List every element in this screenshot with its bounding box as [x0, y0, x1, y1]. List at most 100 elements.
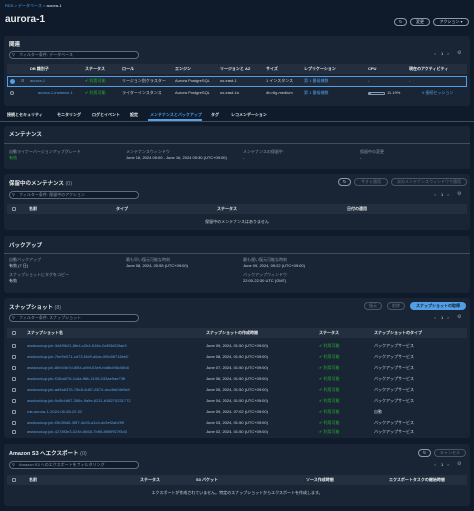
col-cpu[interactable]: CPU — [368, 66, 376, 71]
row-checkbox[interactable] — [12, 355, 16, 359]
col-export-start[interactable]: エクスポートタスクの開始時間 — [389, 477, 445, 482]
col-replication[interactable]: レプリケーション — [304, 66, 336, 71]
select-all-checkbox[interactable] — [12, 331, 16, 335]
s3-export-search-input[interactable]: ⚲ Amazon S3 へのエクスポートをフィルタリング — [9, 461, 139, 469]
col-status[interactable]: ステータス — [140, 477, 160, 482]
col-s3-bucket[interactable]: S3 バケット — [196, 477, 218, 482]
pager-current[interactable]: 1 — [441, 315, 443, 320]
snapshot-type: バックアップサービス — [374, 365, 414, 370]
table-row-id[interactable]: aurora-1-instance-1 — [38, 90, 73, 95]
col-role[interactable]: ロール — [122, 66, 134, 71]
col-name[interactable]: 名前 — [29, 206, 37, 211]
tab-connectivity[interactable]: 接続とセキュリティ — [7, 112, 43, 117]
snapshot-name-link[interactable]: awsbackup:job-9c5b4d87-356c-9a9e-6211-b3… — [27, 398, 131, 403]
pending-search-input[interactable]: ⚲ フィルター条件: 保留中のアクション — [9, 191, 139, 199]
pager-next-icon[interactable]: > — [447, 462, 449, 467]
modify-button[interactable]: 変更 — [410, 18, 430, 26]
pager-prev-icon[interactable]: < — [434, 462, 436, 467]
snapshot-name-link[interactable]: awsbackup:job-ad5ab376-78e8-4d87-8574-dc… — [27, 387, 130, 392]
breadcrumb-rds[interactable]: RDS — [5, 3, 13, 8]
pager-prev-icon[interactable]: < — [434, 51, 436, 56]
snapshot-name-link[interactable]: awsbackup:job-8b944b7d-8f54-a9bf-63e9-bd… — [27, 365, 129, 370]
refresh-button[interactable]: ↻ — [418, 449, 431, 457]
actions-button[interactable]: アクション ▾ — [433, 18, 469, 26]
pending-changes-label: 保留中の変更 — [360, 149, 384, 154]
settings-gear-icon[interactable]: ⚙ — [457, 191, 461, 198]
pager-next-icon[interactable]: > — [447, 51, 449, 56]
col-type[interactable]: タイプ — [116, 206, 128, 211]
row-replication[interactable]: 第 1 番候補数 — [304, 90, 328, 95]
row-checkbox[interactable] — [12, 410, 16, 414]
restore-button[interactable]: 復元 — [364, 302, 382, 310]
tab-monitoring[interactable]: モニタリング — [57, 112, 81, 117]
refresh-button[interactable]: ↻ — [338, 178, 351, 186]
col-snapshot-type[interactable]: スナップショットのタイプ — [374, 330, 422, 335]
tab-tags[interactable]: タグ — [211, 112, 219, 117]
refresh-button[interactable]: ↻ — [394, 18, 407, 26]
col-activity[interactable]: 現在のアクティビティ — [409, 66, 448, 71]
snapshot-name-link[interactable]: awsbackup:job-4278f3e3-024b-5665-7b95-86… — [27, 429, 127, 434]
tab-recommendations[interactable]: レコメンデーション — [231, 112, 267, 117]
row-checkbox[interactable] — [12, 421, 16, 425]
col-status[interactable]: ステータス — [85, 66, 105, 71]
row-activity[interactable]: 0 接続セッション — [422, 90, 453, 95]
col-source-time[interactable]: ソース作成時間 — [306, 477, 334, 482]
maintenance-window-value: June 16, 2024 09:00 - June 16, 2024 09:3… — [126, 155, 227, 160]
snapshot-type: バックアップサービス — [374, 420, 414, 425]
divider — [4, 143, 470, 144]
settings-gear-icon[interactable]: ⚙ — [457, 461, 461, 468]
col-snapshot-time[interactable]: スナップショットの作成時間 — [206, 330, 258, 335]
select-all-checkbox[interactable] — [12, 478, 16, 482]
row-checkbox[interactable] — [12, 377, 16, 381]
row-checkbox[interactable] — [12, 366, 16, 370]
delete-button[interactable]: 削除 — [387, 302, 405, 310]
breadcrumb-databases[interactable]: データベース — [18, 3, 42, 8]
col-apply-date[interactable]: 日付の適用 — [347, 206, 367, 211]
col-size[interactable]: サイズ — [266, 66, 278, 71]
row-replication[interactable]: 第 1 番候補数 — [304, 78, 328, 83]
select-all-checkbox[interactable] — [12, 207, 16, 211]
snapshot-name-link[interactable]: awsbackup:job-f3b3f0d6-3f57-4e26-a1c4-dc… — [27, 420, 124, 425]
related-search-input[interactable]: ⚲ フィルター条件: データベース — [9, 51, 139, 59]
snapshot-name-link[interactable]: awsbackup:job-7be9e071-cd73-f4d9-a5ac-0f… — [27, 354, 128, 359]
snapshot-name-link[interactable]: awsbackup:job-3d4f9b21-8fe4-c2b4-616e-0a… — [27, 343, 127, 348]
tab-maintenance-backup[interactable]: メンテナンスとバックアップ — [150, 112, 202, 117]
settings-gear-icon[interactable]: ⚙ — [457, 314, 461, 321]
apply-now-button[interactable]: 今すぐ適用 — [354, 178, 388, 186]
settings-gear-icon[interactable]: ⚙ — [457, 50, 461, 57]
pager-current[interactable]: 1 — [441, 51, 443, 56]
col-snapshot-status[interactable]: ステータス — [319, 330, 339, 335]
col-engine[interactable]: エンジン — [175, 66, 191, 71]
col-status[interactable]: ステータス — [217, 206, 237, 211]
row-checkbox[interactable] — [12, 388, 16, 392]
pager-prev-icon[interactable]: < — [434, 192, 436, 197]
pager-prev-icon[interactable]: < — [434, 315, 436, 320]
apply-next-window-button[interactable]: 次のメンテナンスウィンドウで適用 — [391, 178, 467, 186]
take-snapshot-button[interactable]: スナップショットの取得 — [410, 302, 466, 310]
pager-next-icon[interactable]: > — [447, 192, 449, 197]
row-checkbox[interactable] — [12, 430, 16, 434]
pager-next-icon[interactable]: > — [447, 315, 449, 320]
copy-tags-value: 有効 — [9, 278, 17, 283]
row-region: us-east-1 — [220, 78, 237, 83]
tab-configuration[interactable]: 設定 — [130, 112, 138, 117]
snapshots-search-input[interactable]: ⚲ フィルター条件: スナップショット — [9, 314, 139, 322]
row-checkbox[interactable] — [12, 344, 16, 348]
row-radio[interactable] — [10, 91, 14, 95]
tab-logs[interactable]: ログとイベント — [92, 112, 120, 117]
table-row: awsbackup:job-9c5b4d87-356c-9a9e-6211-b3… — [4, 396, 470, 407]
table-row-id[interactable]: aurora-1 — [30, 78, 45, 83]
col-snapshot-name[interactable]: スナップショット名 — [27, 330, 63, 335]
col-db-id[interactable]: DB 識別子 — [30, 66, 49, 71]
row-radio-selected[interactable] — [10, 79, 15, 84]
col-region[interactable]: リージョンと AZ — [220, 66, 250, 71]
pager-current[interactable]: 1 — [441, 462, 443, 467]
backup-window-label: バックアップウィンドウ — [243, 272, 287, 277]
cancel-button[interactable]: キャンセル — [434, 449, 466, 457]
col-name[interactable]: 名前 — [29, 477, 37, 482]
expand-icon[interactable]: ⊟ — [21, 78, 24, 83]
row-checkbox[interactable] — [12, 399, 16, 403]
pager-current[interactable]: 1 — [441, 192, 443, 197]
snapshot-name-link[interactable]: rds:aurora-1-2024-06-08-22-02 — [27, 409, 82, 414]
snapshot-name-link[interactable]: awsbackup:job-f15ba976-1c6a-ff8b-1195-03… — [27, 376, 125, 381]
